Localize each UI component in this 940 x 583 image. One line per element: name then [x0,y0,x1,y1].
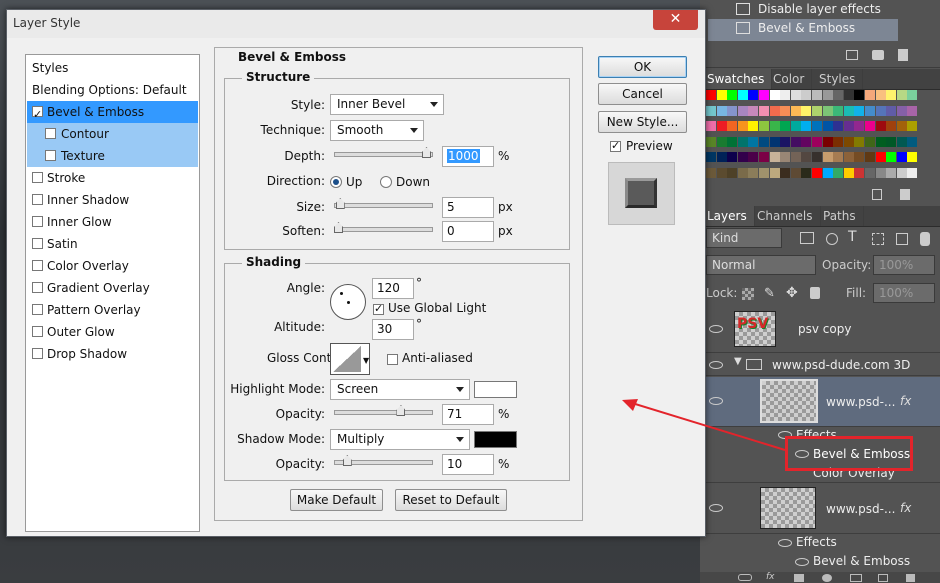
annotation-arrow [622,399,786,451]
arrow-line [631,402,786,451]
